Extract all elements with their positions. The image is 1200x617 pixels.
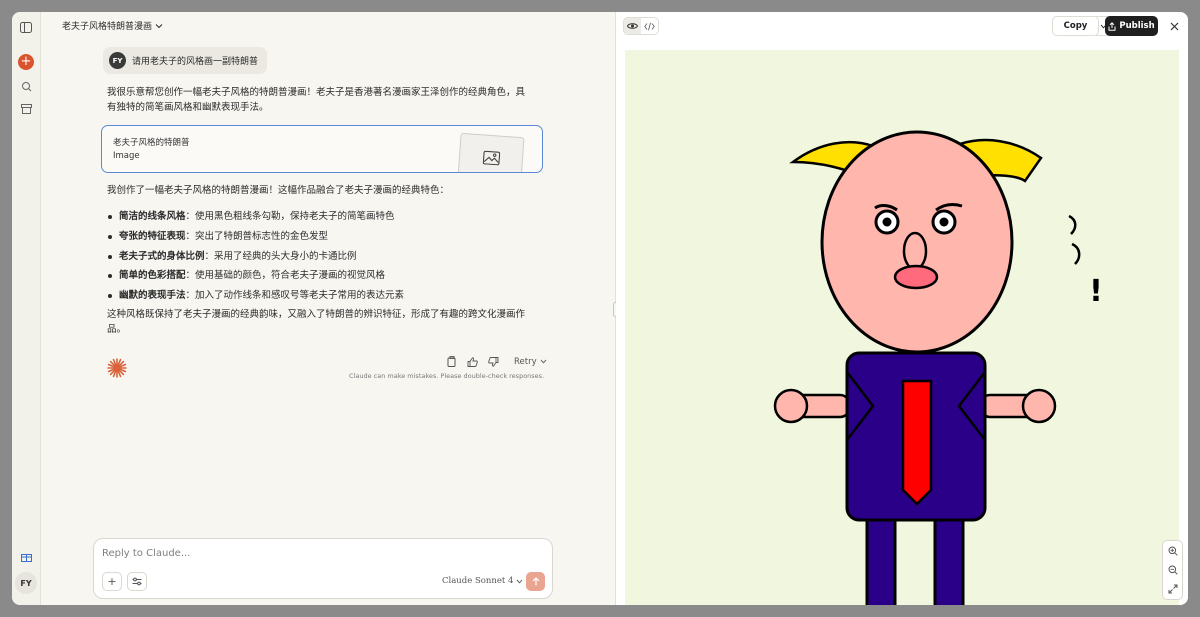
send-button[interactable] (526, 572, 545, 591)
action-line (1071, 242, 1081, 265)
avatar[interactable]: FY (15, 572, 37, 594)
zoom-controls (1162, 540, 1183, 600)
share-icon (1108, 21, 1116, 31)
zoom-out-icon[interactable] (1168, 565, 1178, 575)
user-avatar: FY (109, 52, 126, 69)
artifact-thumbnail (457, 132, 525, 172)
nose (902, 231, 928, 271)
reply-input[interactable] (102, 548, 542, 559)
mouth (893, 264, 939, 290)
thumbs-down-icon[interactable] (487, 355, 500, 368)
archive-icon[interactable] (18, 101, 34, 117)
list-item: 夸张的特征表现：突出了特朗普标志性的金色发型 (107, 227, 537, 247)
artifact-title: 老夫子风格的特朗普 (113, 138, 190, 148)
sidebar-toggle-icon[interactable] (18, 19, 34, 35)
chevron-down-icon (155, 23, 163, 28)
model-selector[interactable]: Claude Sonnet 4 (442, 576, 523, 586)
publish-label: Publish (1119, 21, 1155, 31)
copy-button[interactable]: Copy (1052, 16, 1099, 36)
left-hand (773, 388, 809, 424)
sliders-icon (132, 577, 142, 586)
gift-icon[interactable] (18, 548, 34, 564)
eye-icon[interactable] (624, 18, 641, 34)
view-toggle (623, 17, 659, 35)
retry-button[interactable]: Retry (508, 357, 547, 367)
composer: + Claude Sonnet 4 (93, 538, 553, 599)
thumbs-up-icon[interactable] (466, 355, 479, 368)
artifact-type: Image (113, 151, 140, 161)
list-item: 简洁的线条风格：使用黑色粗线条勾勒，保持老夫子的简笔画特色 (107, 207, 537, 227)
closing-paragraph: 这种风格既保持了老夫子漫画的经典韵味，又融入了特朗普的辨识特征，形成了有趣的跨文… (107, 309, 526, 335)
arrow-up-icon (532, 577, 539, 586)
expand-icon[interactable] (1168, 584, 1178, 594)
search-icon[interactable] (18, 78, 34, 94)
user-message-text: 请用老夫子的风格画一副特朗普 (132, 57, 259, 67)
disclaimer: Claude can make mistakes. Please double-… (349, 372, 545, 380)
chevron-down-icon (540, 359, 546, 364)
list-item: 简单的色彩搭配：使用基础的颜色，符合老夫子漫画的视觉风格 (107, 266, 537, 286)
model-label: Claude Sonnet 4 (442, 576, 514, 586)
message-actions: Retry (445, 355, 547, 368)
close-icon[interactable] (1167, 19, 1181, 33)
plus-icon: + (20, 54, 32, 69)
user-message: FY 请用老夫子的风格画一副特朗普 (103, 47, 267, 74)
chat-column: 老夫子风格特朗普漫画 FY 请用老夫子的风格画一副特朗普 我很乐意帮您创作一幅老… (41, 12, 615, 605)
tie (901, 379, 933, 506)
conversation-title[interactable]: 老夫子风格特朗普漫画 (62, 19, 163, 32)
right-hand (1021, 388, 1057, 424)
conversation-title-text: 老夫子风格特朗普漫画 (62, 22, 153, 32)
artifact-card[interactable]: 老夫子风格的特朗普 Image (101, 125, 543, 173)
summary-lead: 我创作了一幅老夫子风格的特朗普漫画！这幅作品融合了老夫子漫画的经典特色： (107, 185, 450, 196)
chevron-down-icon (517, 579, 523, 584)
plus-icon: + (107, 575, 117, 588)
copy-icon[interactable] (445, 355, 458, 368)
publish-button[interactable]: Publish (1105, 16, 1158, 36)
left-rail: + FY (12, 12, 41, 605)
right-leg (933, 516, 965, 605)
new-chat-button[interactable]: + (18, 54, 34, 70)
image-icon (482, 150, 500, 166)
feature-list: 简洁的线条风格：使用黑色粗线条勾勒，保持老夫子的简笔画特色 夸张的特征表现：突出… (107, 207, 537, 306)
intro-paragraph: 我很乐意帮您创作一幅老夫子风格的特朗普漫画！老夫子是香港著名漫画家王泽创作的经典… (107, 87, 526, 113)
tools-button[interactable] (127, 572, 147, 591)
copy-label: Copy (1063, 21, 1088, 31)
retry-label: Retry (514, 356, 537, 367)
action-line (1068, 214, 1077, 235)
claude-logo-icon (107, 358, 127, 378)
list-item: 老夫子式的身体比例：采用了经典的头大身小的卡通比例 (107, 247, 537, 267)
zoom-in-icon[interactable] (1168, 546, 1178, 556)
artifact-canvas: ! (625, 50, 1179, 605)
artifact-panel: Copy Publish ! (616, 12, 1188, 605)
cartoon-drawing: ! (773, 130, 1103, 605)
left-leg (865, 516, 897, 605)
list-item: 幽默的表现手法：加入了动作线条和感叹号等老夫子常用的表达元素 (107, 286, 537, 306)
app-window: + FY 老夫子风格特朗普漫画 FY 请用老夫子的风格画一副特朗普 我很乐意帮您… (12, 12, 1188, 605)
exclamation-mark: ! (1089, 274, 1103, 309)
code-icon[interactable] (641, 18, 658, 34)
attach-button[interactable]: + (102, 572, 122, 591)
